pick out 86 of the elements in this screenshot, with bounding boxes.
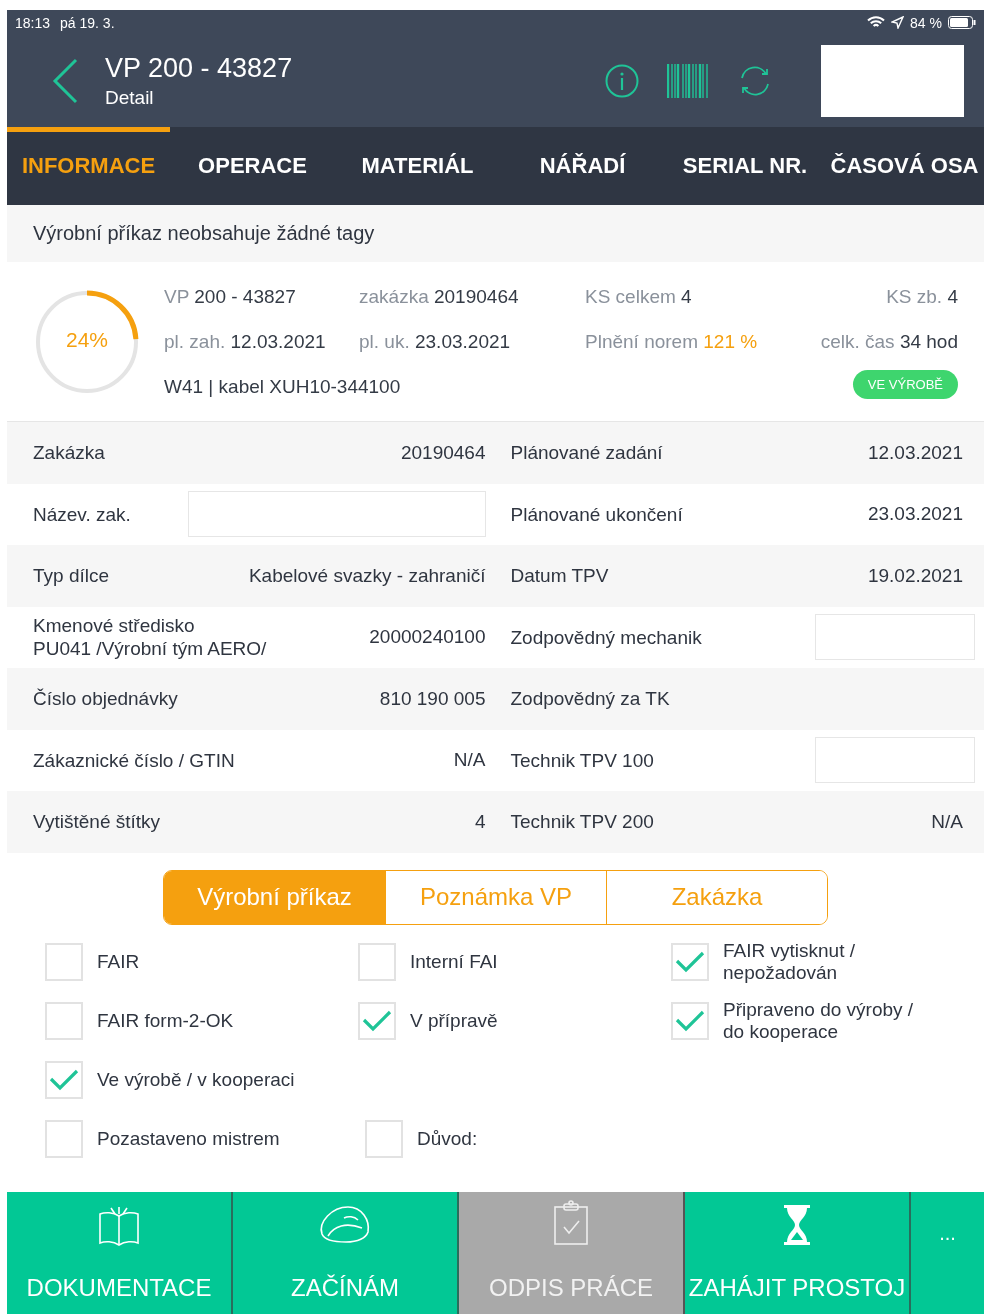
field-value: 810 190 005 [379,687,486,710]
checkbox[interactable] [45,1120,83,1158]
part-description: W41 | kabel XUH10-344100 [164,375,402,398]
checkbox[interactable] [45,1002,83,1040]
page-subtitle: Detail [105,86,155,110]
checkbox-label: Připraveno do výroby / do kooperace [723,999,914,1043]
checkbox[interactable] [671,1002,709,1040]
tags-message: Výrobní příkaz neobsahuje žádné tagy [33,222,375,245]
field-label: Plánované ukončení [510,502,683,526]
helmet-icon [318,1204,372,1246]
summary-field: pl. uk. 23.03.2021 [359,330,585,353]
field-label: Číslo objednávky [33,687,178,711]
location-icon [891,16,905,29]
segment-tab[interactable]: Výrobní příkaz [164,870,385,924]
check-icon [362,1010,392,1032]
field-value: 12.03.2021 [867,441,963,464]
clipboard-check-icon [553,1200,589,1246]
check-icon [49,1069,79,1091]
field-label: Plánované zadání [510,441,663,465]
summary-field: Plnění norem 121 % [585,330,821,353]
progress-percent: 24% [65,327,109,352]
summary-field: celk. čas 34 hod [820,330,958,353]
more-button[interactable]: ... [911,1192,984,1314]
tab[interactable]: SERIAL NR. [665,127,825,205]
checkbox-label: Důvod: [417,1128,478,1150]
field-label: Zakázka [33,441,105,465]
barcode-button[interactable] [667,64,709,98]
wifi-icon [867,16,886,29]
checkbox-label: V přípravě [410,1010,498,1032]
field-value: 23.03.2021 [867,503,963,526]
summary-field: zakázka 20190464 [359,285,585,308]
checkbox-label: Ve výrobě / v kooperaci [97,1069,295,1091]
field-value: N/A [931,810,963,833]
status-badge: VE VÝROBĚ [852,370,958,399]
check-icon [675,951,705,973]
info-icon [605,64,639,98]
checkbox-label: Pozastaveno mistrem [97,1128,280,1150]
checkbox[interactable] [45,1061,83,1099]
field-label: Název. zak. [33,502,131,526]
book-icon [97,1206,141,1246]
checkbox[interactable] [45,943,83,981]
checkbox-label: FAIR [97,951,140,973]
checkbox-label: FAIR form-2-OK [97,1010,234,1032]
field-value: 20190464 [400,441,486,464]
action-button[interactable]: ZAČÍNÁM [233,1192,459,1314]
summary-field: KS celkem 4 [585,285,821,308]
tab[interactable]: OPERACE [170,127,335,205]
field-label: Zodpovědný mechanik [510,625,702,649]
checkbox[interactable] [365,1120,403,1158]
info-button[interactable] [605,64,639,98]
checkbox[interactable] [671,943,709,981]
field-label: Technik TPV 200 [510,810,654,834]
status-time: 18:13 [15,14,51,31]
field-value: 19.02.2021 [867,564,963,587]
check-icon [675,1010,705,1032]
field-label: Technik TPV 100 [510,748,654,772]
action-button[interactable]: ZAHÁJIT PROSTOJ [685,1192,911,1314]
field-label: Vytištěné štítky [33,810,161,834]
checkbox[interactable] [358,1002,396,1040]
checkbox-label: Interní FAI [410,951,498,973]
field-value: N/A [453,749,486,772]
hourglass-icon [782,1204,812,1246]
status-date: pá 19. 3. [60,14,115,31]
summary-field: VP 200 - 43827 [164,285,359,308]
field-label: Datum TPV [510,564,609,588]
back-chevron-icon [52,58,78,104]
tab[interactable]: MATERIÁL [335,127,500,205]
field-value: 4 [474,810,486,833]
segment-tab[interactable]: Zakázka [606,870,827,924]
checkbox-label: FAIR vytisknut / nepožadován [723,940,855,984]
field-label: Zákaznické číslo / GTIN [33,748,235,772]
battery-icon [948,16,976,29]
tab[interactable]: ČASOVÁ OSA [825,127,984,205]
battery-percent: 84 % [910,14,942,31]
tab[interactable]: NÁŘADÍ [500,127,665,205]
field-label: Kmenové středisko PU041 /Výrobní tým AERO/ [33,614,267,661]
page-title: VP 200 - 43827 [105,52,294,84]
checkbox[interactable] [358,943,396,981]
action-button[interactable]: DOKUMENTACE [7,1192,233,1314]
field-value: Kabelové svazky - zahraničí [248,564,486,587]
field-label: Zodpovědný za TK [510,687,670,711]
summary-field: pl. zah. 12.03.2021 [164,330,359,353]
summary-field: KS zb. 4 [820,285,958,308]
barcode-icon [667,64,709,98]
field-value: 20000240100 [369,626,486,649]
field-label: Typ dílce [33,564,110,588]
